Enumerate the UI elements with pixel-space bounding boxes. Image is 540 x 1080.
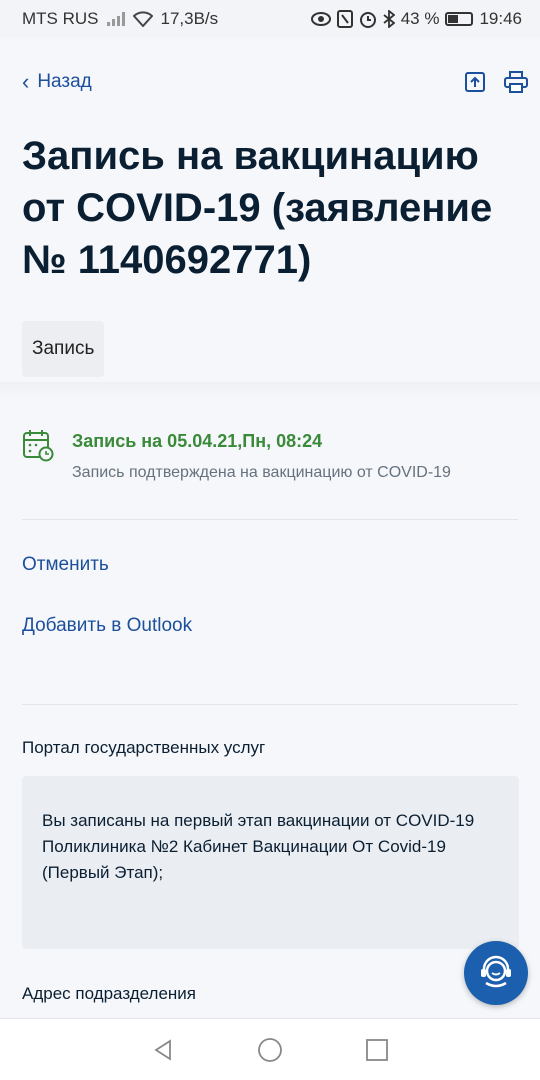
appointment-datetime: Запись на 05.04.21,Пн, 08:24 — [72, 431, 323, 451]
bluetooth-icon — [383, 10, 395, 28]
clock: 19:46 — [479, 9, 522, 28]
address-label: Адрес подразделения — [22, 984, 197, 1003]
back-triangle-icon[interactable] — [151, 1038, 175, 1062]
calendar-clock-icon — [22, 428, 54, 462]
section-divider — [0, 382, 540, 398]
recents-square-icon[interactable] — [365, 1038, 389, 1062]
chevron-left-icon: ‹ — [22, 69, 30, 94]
cancel-link[interactable]: Отменить — [22, 554, 109, 576]
wifi-icon — [132, 11, 153, 27]
battery-percent: 43 % — [400, 9, 440, 28]
network-speed: 17,3В/s — [160, 9, 219, 28]
home-circle-icon[interactable] — [257, 1037, 283, 1063]
add-to-outlook-link[interactable]: Добавить в Outlook — [22, 615, 192, 637]
appointment-status: Запись подтверждена на вакцинацию от COV… — [72, 464, 451, 481]
system-navigation-bar — [0, 1018, 540, 1080]
status-bar: MTS RUS 17,3В/s 43 % 19:46 — [0, 0, 540, 38]
eye-icon — [310, 12, 331, 26]
signal-icon — [106, 12, 125, 26]
page-title: Запись на вакцинацию от COVID-19 (заявле… — [22, 134, 493, 282]
message-line: Поликлиника №2 Кабинет Вакцинации От Cov… — [42, 837, 446, 882]
support-chat-button[interactable] — [464, 941, 528, 1005]
support-agent-icon — [476, 951, 516, 996]
print-icon[interactable] — [504, 71, 528, 93]
export-icon[interactable] — [464, 71, 486, 93]
source-label: Портал государственных услуг — [22, 738, 266, 757]
divider — [22, 704, 518, 705]
carrier-label: MTS RUS — [22, 9, 99, 28]
message-line: Вы записаны на первый этап вакцинации от… — [42, 811, 475, 830]
alarm-icon — [359, 10, 377, 28]
appointment-info: Запись на 05.04.21,Пн, 08:24 Запись подт… — [22, 428, 518, 482]
back-label: Назад — [37, 71, 92, 92]
nfc-icon — [336, 10, 353, 28]
message-box: Вы записаны на первый этап вакцинации от… — [22, 776, 519, 949]
back-button[interactable]: ‹ Назад — [22, 71, 92, 93]
divider — [22, 519, 518, 520]
top-navigation: ‹ Назад — [22, 62, 528, 102]
status-tag: Запись — [22, 321, 105, 377]
battery-icon — [445, 12, 474, 26]
